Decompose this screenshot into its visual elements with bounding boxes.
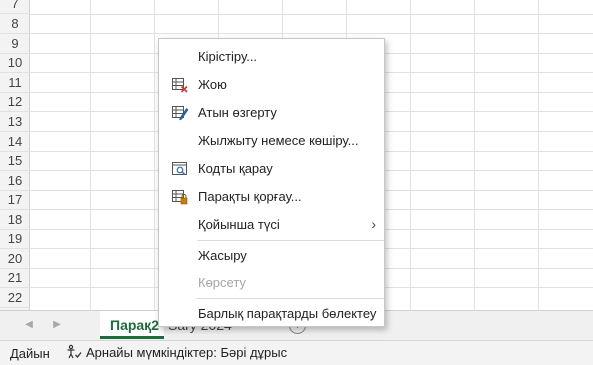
menu-item-label: Барлық парақтарды бөлектеу bbox=[198, 306, 377, 321]
rename-sheet-icon bbox=[171, 104, 189, 122]
delete-sheet-icon bbox=[171, 76, 189, 94]
gridline bbox=[30, 33, 593, 34]
row-number[interactable]: 15 bbox=[0, 151, 30, 171]
menu-separator bbox=[197, 298, 384, 299]
menu-item-view-code[interactable]: Кодты қарау bbox=[159, 155, 384, 183]
row-number[interactable]: 19 bbox=[0, 229, 30, 249]
menu-item-move-copy[interactable]: Жылжыту немесе көшіру... bbox=[159, 127, 384, 155]
gridline bbox=[538, 0, 539, 310]
menu-item-label: Кодты қарау bbox=[198, 161, 273, 176]
row-number[interactable]: 13 bbox=[0, 112, 30, 132]
row-number[interactable]: 17 bbox=[0, 190, 30, 210]
row-number[interactable]: 22 bbox=[0, 288, 30, 308]
accessibility-status-text: Арнайы мүмкіндіктер: Бәрі дұрыс bbox=[86, 344, 288, 360]
menu-item-tab-color[interactable]: Қойынша түсі › bbox=[159, 211, 384, 239]
menu-item-unhide: Көрсету bbox=[159, 269, 384, 297]
row-number[interactable]: 12 bbox=[0, 92, 30, 112]
menu-item-label: Кірістіру... bbox=[198, 49, 258, 64]
status-ready-text: Дайын bbox=[10, 346, 50, 361]
menu-item-hide[interactable]: Жасыру bbox=[159, 242, 384, 270]
menu-item-insert[interactable]: Кірістіру... bbox=[159, 43, 384, 71]
row-number[interactable]: 21 bbox=[0, 268, 30, 288]
menu-item-label: Атын өзгерту bbox=[198, 105, 277, 120]
row-number[interactable]: 7 bbox=[0, 0, 30, 14]
gridline bbox=[30, 14, 593, 15]
menu-item-label: Жою bbox=[198, 77, 227, 92]
menu-item-delete[interactable]: Жою bbox=[159, 71, 384, 99]
gridline bbox=[154, 0, 155, 310]
row-number[interactable]: 20 bbox=[0, 249, 30, 269]
gridline bbox=[474, 0, 475, 310]
chevron-right-icon: › bbox=[371, 216, 376, 232]
menu-item-select-all-sheets[interactable]: Барлық парақтарды бөлектеу bbox=[159, 300, 384, 328]
row-number[interactable]: 9 bbox=[0, 34, 30, 54]
row-number[interactable]: 8 bbox=[0, 14, 30, 34]
menu-item-rename[interactable]: Атын өзгерту bbox=[159, 99, 384, 127]
sheet-tab-context-menu: Кірістіру... Жою Атын өзгерту Жылжыту не… bbox=[158, 38, 385, 327]
row-number[interactable]: 10 bbox=[0, 53, 30, 73]
protect-sheet-icon bbox=[171, 188, 189, 206]
gridline bbox=[90, 0, 91, 310]
status-bar: Дайын Арнайы мүмкіндіктер: Бәрі дұрыс bbox=[0, 340, 593, 365]
row-header-column: 7 8 9 10 11 12 13 14 15 16 17 18 19 20 2… bbox=[0, 0, 30, 310]
menu-item-label: Көрсету bbox=[198, 275, 246, 290]
row-number[interactable]: 11 bbox=[0, 73, 30, 93]
row-number[interactable]: 14 bbox=[0, 132, 30, 152]
scroll-tabs-left-icon[interactable]: ◀ bbox=[22, 319, 36, 330]
menu-item-label: Парақты қорғау... bbox=[198, 189, 302, 204]
menu-item-protect-sheet[interactable]: Парақты қорғау... bbox=[159, 183, 384, 211]
accessibility-status[interactable]: Арнайы мүмкіндіктер: Бәрі дұрыс bbox=[66, 344, 287, 360]
scroll-tabs-right-icon[interactable]: ▶ bbox=[50, 319, 64, 330]
menu-item-label: Жылжыту немесе көшіру... bbox=[198, 133, 359, 148]
gridline bbox=[410, 0, 411, 310]
menu-separator bbox=[197, 240, 384, 241]
accessibility-icon bbox=[67, 344, 82, 359]
row-number[interactable]: 18 bbox=[0, 210, 30, 230]
menu-item-label: Жасыру bbox=[198, 248, 247, 263]
menu-item-label: Қойынша түсі bbox=[198, 217, 280, 232]
row-number[interactable]: 16 bbox=[0, 171, 30, 191]
view-code-icon bbox=[171, 160, 189, 178]
sheet-tab-active[interactable]: Парақ2 bbox=[100, 311, 164, 339]
